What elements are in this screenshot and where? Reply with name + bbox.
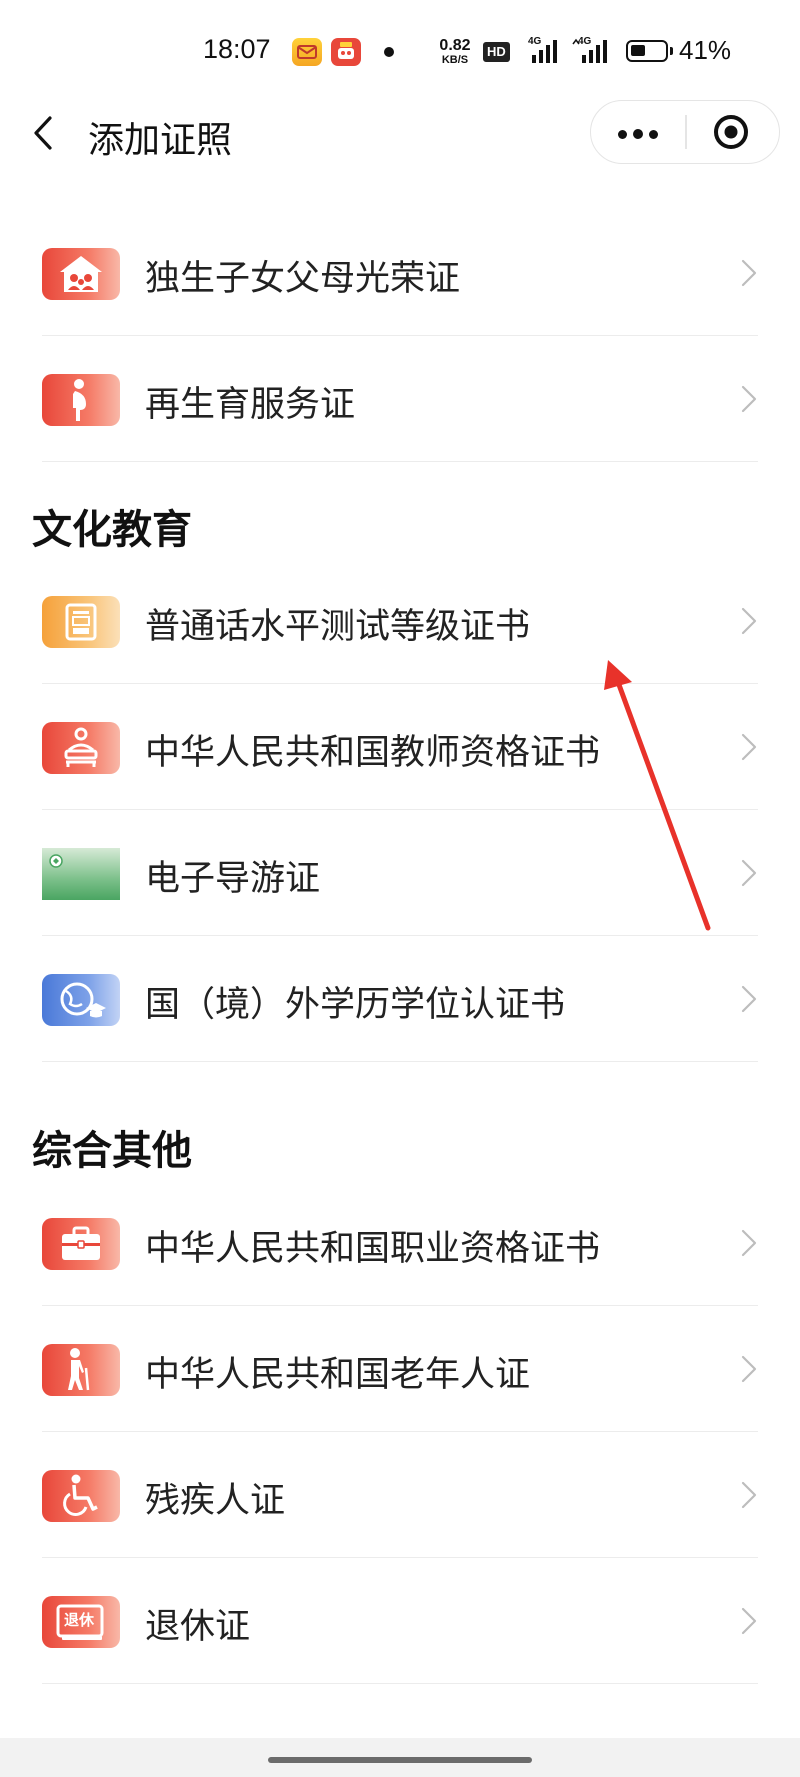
battery-fill (631, 45, 645, 56)
chevron-right-icon (740, 1354, 758, 1384)
close-mini-program-button[interactable] (687, 101, 779, 163)
back-button[interactable] (30, 113, 58, 153)
tour-guide-card-icon (42, 848, 120, 900)
certificate-list-item[interactable]: 退休 退休证 (0, 1558, 800, 1684)
certificate-list-item[interactable]: 再生育服务证 (0, 336, 800, 462)
certificate-label: 退休证 (145, 1607, 251, 1647)
battery-percent: 41% (679, 35, 732, 65)
section-title: 综合其他 (32, 1128, 192, 1174)
divider (42, 1682, 758, 1684)
certificate-list-item[interactable]: 中华人民共和国职业资格证书 (0, 1180, 800, 1306)
certificate-list-item[interactable]: 中华人民共和国老年人证 (0, 1306, 800, 1432)
annotation-arrow-icon (604, 660, 711, 931)
certificate-label: 电子导游证 (145, 859, 321, 899)
chevron-right-icon (740, 384, 758, 414)
elderly-person-icon (42, 1344, 120, 1396)
family-house-icon (42, 248, 120, 300)
chevron-right-icon (740, 732, 758, 762)
mail-notification-icon (292, 38, 322, 66)
certificate-list-item[interactable]: 独生子女父母光荣证 (0, 210, 800, 336)
wheelchair-icon (42, 1470, 120, 1522)
battery-icon (626, 40, 673, 62)
signal-sim2-icon: 4G (572, 36, 612, 66)
briefcase-icon (42, 1218, 120, 1270)
pregnant-person-icon (42, 374, 120, 426)
certificate-label: 再生育服务证 (145, 385, 356, 425)
certificate-label: 国（境）外学历学位认证书 (145, 985, 566, 1025)
divider (42, 1060, 758, 1062)
status-bar: 18:07 0.82 KB/S HD 4G 4G 41% (0, 0, 800, 104)
certificate-label: 独生子女父母光荣证 (145, 259, 461, 299)
hd-badge: HD (483, 42, 510, 62)
chevron-right-icon (740, 1480, 758, 1510)
certificate-label: 普通话水平测试等级证书 (145, 607, 531, 647)
chevron-right-icon (740, 1228, 758, 1258)
globe-graduation-icon (42, 974, 120, 1026)
home-indicator[interactable] (268, 1757, 532, 1763)
section-title: 文化教育 (32, 507, 192, 553)
status-time: 18:07 (203, 34, 271, 64)
chevron-left-icon (34, 116, 52, 150)
net-speed-unit: KB/S (441, 54, 469, 66)
target-close-icon (714, 115, 748, 149)
chevron-right-icon (740, 258, 758, 288)
page-title: 添加证照 (88, 120, 233, 161)
certificate-label: 中华人民共和国教师资格证书 (145, 733, 601, 773)
more-button[interactable] (591, 101, 685, 163)
certificate-list-item[interactable]: 残疾人证 (0, 1432, 800, 1558)
chevron-right-icon (740, 1606, 758, 1636)
net-speed-value: 0.82 (439, 37, 471, 54)
app-notification-icon (331, 38, 361, 66)
network-speed: 0.82 KB/S (432, 38, 478, 66)
chevron-right-icon (740, 984, 758, 1014)
teacher-icon (42, 722, 120, 774)
mini-program-capsule (590, 100, 780, 164)
notification-dot-icon (384, 47, 394, 57)
certificate-list-item[interactable]: 国（境）外学历学位认证书 (0, 936, 800, 1062)
certificate-label: 残疾人证 (145, 1481, 286, 1521)
certificate-label: 中华人民共和国职业资格证书 (145, 1229, 601, 1269)
retirement-card-icon: 退休 (42, 1596, 120, 1648)
chevron-right-icon (740, 606, 758, 636)
mandarin-certificate-icon (42, 596, 120, 648)
divider (42, 460, 758, 462)
icon-text: 退休 (64, 1611, 95, 1629)
signal-sim1-icon: 4G (528, 36, 562, 66)
chevron-right-icon (740, 858, 758, 888)
certificate-label: 中华人民共和国老年人证 (145, 1355, 531, 1395)
